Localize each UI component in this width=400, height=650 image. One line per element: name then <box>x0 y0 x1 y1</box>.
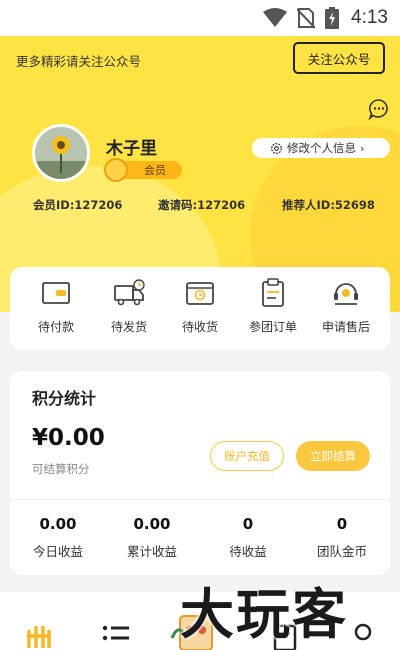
order-group-buy[interactable]: 参团订单 <box>235 277 311 343</box>
points-title: 积分统计 <box>32 389 97 408</box>
order-after-sales[interactable]: 申请售后 <box>308 277 384 343</box>
points-amount: ¥0.00 <box>32 425 105 451</box>
stat-value: 0 <box>336 515 348 533</box>
order-label: 待发货 <box>110 320 147 334</box>
edit-profile-label: 修改个人信息 <box>287 141 356 155</box>
member-badge: 会员 <box>104 158 182 182</box>
gear-icon <box>271 142 282 154</box>
divider <box>10 499 390 500</box>
status-icons: 4:13 <box>263 6 388 30</box>
order-label: 待收货 <box>181 320 218 334</box>
order-card: 待付款 待发货 待收货 参团订单 申请售后 <box>10 267 390 350</box>
status-time: 4:13 <box>351 7 388 28</box>
stat-label: 今日收益 <box>32 544 83 559</box>
order-pending-shipment[interactable]: 待发货 <box>91 277 167 343</box>
package-icon <box>186 282 214 305</box>
order-pending-receipt[interactable]: 待收货 <box>162 277 238 343</box>
points-amount-label: 可结算积分 <box>32 462 90 476</box>
stat-value: 0.00 <box>133 515 171 533</box>
username: 木子里 <box>106 139 157 159</box>
avatar-image <box>35 127 87 179</box>
no-sim-icon <box>297 8 316 29</box>
recharge-button[interactable]: 账户充值 <box>210 441 284 471</box>
settle-button[interactable]: 立即结算 <box>296 441 370 471</box>
stat-today-earnings[interactable]: 0.00 今日收益 <box>12 515 104 560</box>
stat-label: 待收益 <box>229 544 267 559</box>
watermark: 大玩客 <box>180 583 348 646</box>
order-label: 参团订单 <box>248 320 297 334</box>
chevron-right-icon: › <box>360 141 365 155</box>
stat-value: 0 <box>242 515 254 533</box>
home-icon[interactable] <box>26 622 52 650</box>
order-pending-payment[interactable]: 待付款 <box>18 277 94 343</box>
profile-nav-icon[interactable] <box>350 622 376 650</box>
stat-label: 累计收益 <box>126 544 177 559</box>
battery-icon <box>325 7 340 29</box>
stat-team-coins[interactable]: 0 团队金币 <box>296 515 388 560</box>
truck-icon <box>114 279 145 306</box>
support-icon <box>334 283 358 305</box>
status-bar: 4:13 <box>0 0 400 36</box>
list-icon[interactable] <box>102 622 130 650</box>
member-id: 会员ID:127206 <box>33 198 123 212</box>
edit-profile-button[interactable]: 修改个人信息 › <box>252 138 390 158</box>
wifi-icon <box>263 8 288 27</box>
order-label: 申请售后 <box>321 320 370 334</box>
referrer-id: 推荐人ID:52698 <box>282 198 375 212</box>
wallet-icon <box>42 282 70 304</box>
stat-value: 0.00 <box>39 515 77 533</box>
stat-pending-earnings[interactable]: 0 待收益 <box>202 515 294 560</box>
member-badge-label: 会员 <box>144 164 166 177</box>
clipboard-icon <box>262 278 284 307</box>
chat-icon[interactable] <box>368 98 390 120</box>
invite-code: 邀请码:127206 <box>158 198 246 212</box>
follow-prompt: 更多精彩请关注公众号 <box>16 54 142 69</box>
coin-icon <box>104 158 128 182</box>
order-label: 待付款 <box>37 320 74 334</box>
stat-label: 团队金币 <box>316 544 367 559</box>
points-card: 积分统计 ¥0.00 可结算积分 账户充值 立即结算 0.00 今日收益 0.0… <box>10 371 390 575</box>
avatar[interactable] <box>32 124 90 182</box>
follow-account-button[interactable]: 关注公众号 <box>293 42 385 74</box>
stat-total-earnings[interactable]: 0.00 累计收益 <box>106 515 198 560</box>
